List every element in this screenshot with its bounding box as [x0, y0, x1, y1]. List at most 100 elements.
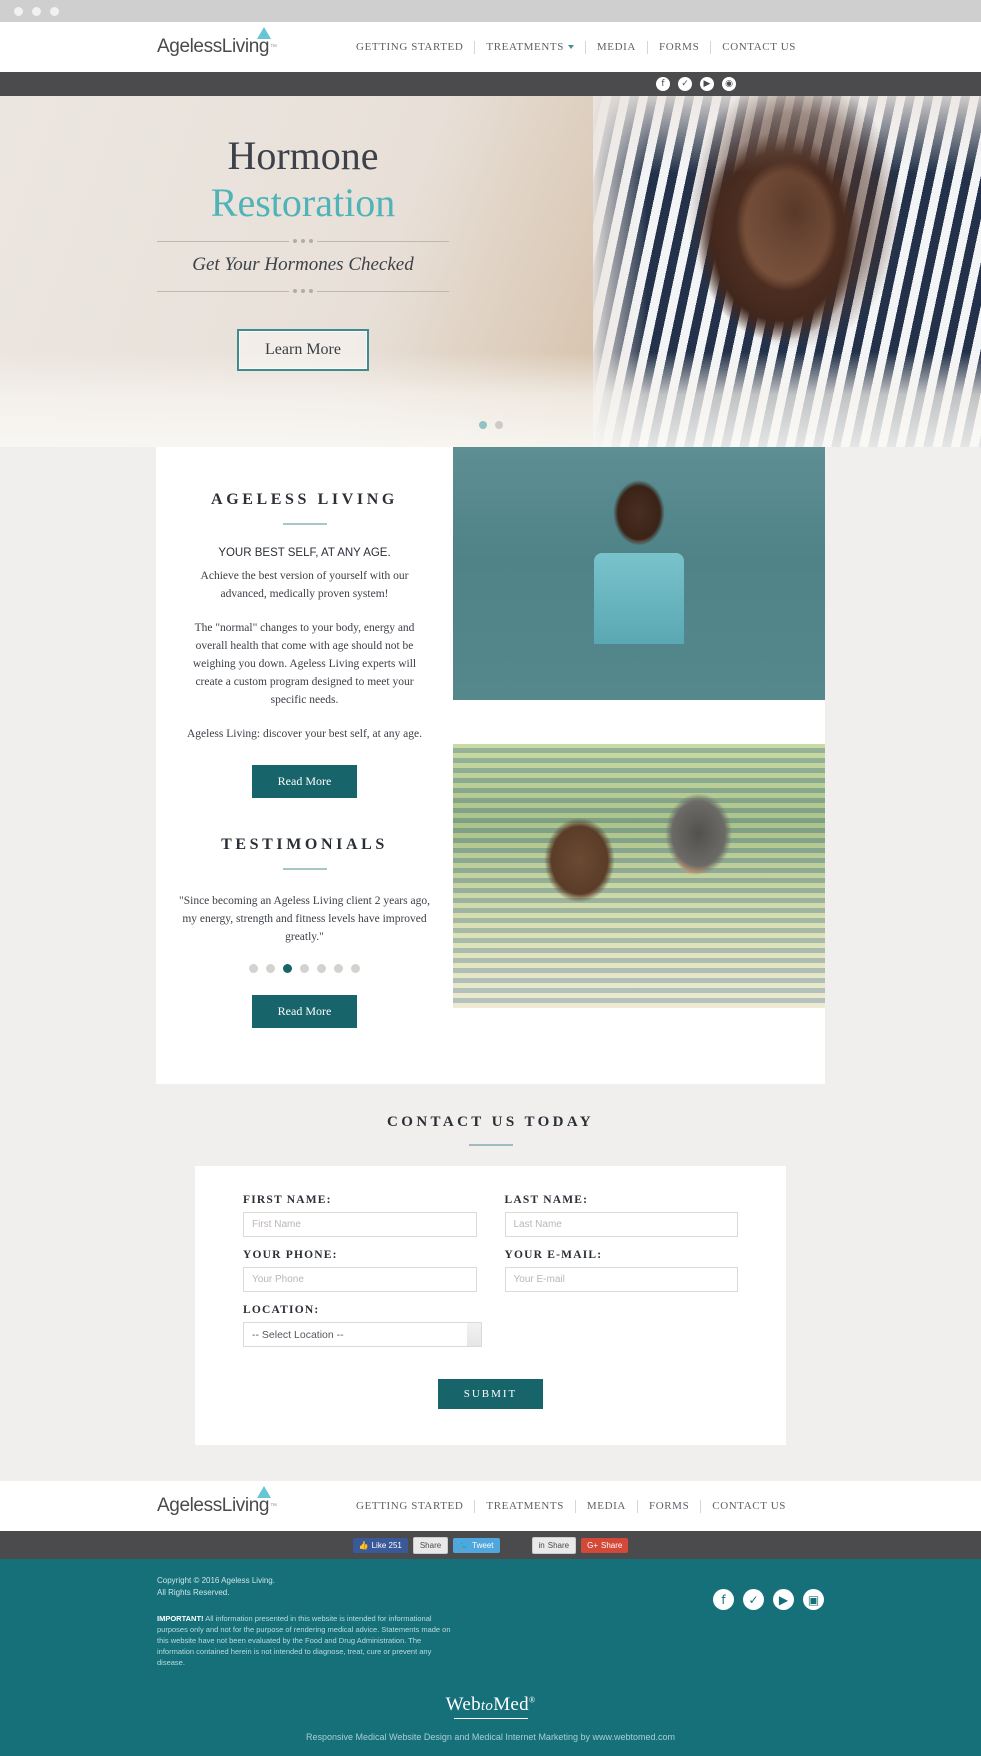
testimonial-dot-3[interactable]: [283, 964, 292, 973]
about-photo: [453, 447, 825, 700]
hero-content: Hormone Restoration Get Your Hormones Ch…: [157, 96, 449, 447]
contact-section: CONTACT US TODAY FIRST NAME: LAST NAME: …: [0, 1084, 981, 1481]
window-close-dot[interactable]: [14, 6, 23, 16]
submit-button[interactable]: SUBMIT: [437, 1379, 544, 1409]
last-name-label: LAST NAME:: [504, 1194, 589, 1206]
about-paragraph-2: The "normal" changes to your body, energ…: [192, 622, 417, 706]
footer-logo[interactable]: AgelessLiving ™: [157, 1486, 277, 1517]
nav-label: Getting Started: [356, 1499, 464, 1512]
facebook-icon[interactable]: f: [713, 1589, 734, 1610]
testimonial-dot-7[interactable]: [351, 964, 360, 973]
logo-trademark: ™: [270, 44, 278, 51]
location-select[interactable]: -- Select Location --: [243, 1322, 482, 1347]
footer-nav-item-forms[interactable]: Forms: [638, 1499, 702, 1513]
first-name-input[interactable]: [243, 1212, 477, 1237]
hero-headline-line2: Restoration: [210, 180, 396, 225]
testimonials-section-title: TESTIMONIALS: [221, 836, 388, 853]
googleplus-share-button[interactable]: G+ Share: [581, 1537, 629, 1553]
learn-more-button[interactable]: Learn More: [237, 329, 369, 371]
window-minimize-dot[interactable]: [32, 6, 41, 16]
gp-label: Share: [601, 1540, 623, 1550]
content-left-column: AGELESS LIVING YOUR BEST SELF, AT ANY AG…: [156, 447, 453, 1084]
footer-tagline: Responsive Medical Website Design and Me…: [305, 1732, 675, 1742]
nav-item-getting-started[interactable]: Getting Started: [345, 40, 476, 54]
triangle-icon: [257, 1486, 272, 1498]
agency-logo[interactable]: WebtoMed®: [0, 1694, 981, 1719]
agency-to: to: [480, 1698, 494, 1714]
hero-headline-line1: Hormone: [227, 133, 379, 178]
agency-web: Web: [445, 1694, 481, 1715]
triangle-icon: [257, 27, 272, 39]
footer-navigation: Getting Started Treatments Media Forms C…: [345, 1499, 797, 1513]
email-label: YOUR E-MAIL:: [504, 1249, 603, 1261]
thumbs-up-icon: 👍: [358, 1540, 369, 1550]
rule-dot: [309, 239, 313, 243]
footer-nav-bar: AgelessLiving ™ Getting Started Treatmen…: [0, 1481, 981, 1531]
twitter-icon: 🐦: [459, 1540, 470, 1550]
contact-form: FIRST NAME: LAST NAME: YOUR PHONE: YOUR …: [195, 1166, 786, 1445]
hero-subtitle: Get Your Hormones Checked: [192, 254, 414, 275]
email-input[interactable]: [504, 1267, 738, 1292]
location-label: LOCATION:: [243, 1304, 320, 1316]
section-divider: [468, 1144, 513, 1146]
footer-nav-item-media[interactable]: Media: [576, 1499, 638, 1513]
about-lead: YOUR BEST SELF, AT ANY AGE.: [218, 547, 391, 559]
testimonial-dots: [156, 964, 453, 973]
footer-social-icons: f ✓ ▶ ▣: [713, 1575, 824, 1668]
hero-dot-2[interactable]: [494, 421, 503, 429]
nav-item-contact-us[interactable]: Contact Us: [711, 41, 807, 54]
testimonial-dot-2[interactable]: [266, 964, 275, 973]
logo-text: AgelessLiving: [157, 36, 270, 57]
site-footer: Copyright © 2016 Ageless Living. All Rig…: [0, 1559, 981, 1756]
rule-dot: [301, 239, 305, 243]
youtube-icon[interactable]: ▶: [773, 1589, 794, 1610]
last-name-input[interactable]: [504, 1212, 738, 1237]
main-navigation: Getting Started Treatments Media Forms C…: [345, 40, 807, 54]
social-share-bar: 👍 Like 251 Share 🐦 Tweet in Share G+ Share: [0, 1531, 981, 1559]
testimonials-read-more-button[interactable]: Read More: [251, 995, 358, 1028]
site-logo[interactable]: AgelessLiving ™: [157, 27, 278, 58]
rule-dot: [309, 289, 313, 293]
footer-nav-item-contact-us[interactable]: Contact Us: [701, 1500, 797, 1513]
disclaimer-text: IMPORTANT! All information presented in …: [157, 1613, 457, 1668]
twitter-tweet-button[interactable]: 🐦 Tweet: [453, 1537, 500, 1553]
instagram-icon[interactable]: ◉: [722, 77, 736, 91]
about-read-more-button[interactable]: Read More: [251, 765, 358, 798]
testimonial-dot-6[interactable]: [334, 964, 343, 973]
twitter-icon[interactable]: ✓: [743, 1589, 764, 1610]
facebook-like-button[interactable]: 👍 Like 251: [352, 1537, 408, 1553]
rule-dot: [301, 289, 305, 293]
testimonial-dot-4[interactable]: [300, 964, 309, 973]
browser-chrome: [0, 0, 981, 22]
hero-dot-1[interactable]: [478, 421, 487, 429]
about-paragraph-3: Ageless Living: discover your best self,…: [186, 728, 423, 740]
agency-registered: ®: [528, 1695, 536, 1705]
nav-item-forms[interactable]: Forms: [648, 40, 712, 54]
tweet-label: Tweet: [472, 1540, 494, 1550]
twitter-icon[interactable]: ✓: [678, 77, 692, 91]
facebook-icon[interactable]: f: [656, 77, 670, 91]
nav-label: Media: [586, 1499, 626, 1512]
nav-item-media[interactable]: Media: [586, 40, 648, 54]
linkedin-share-button[interactable]: in Share: [531, 1536, 577, 1554]
content-band: AGELESS LIVING YOUR BEST SELF, AT ANY AG…: [0, 447, 981, 1084]
window-maximize-dot[interactable]: [50, 6, 59, 16]
youtube-icon[interactable]: ▶: [700, 77, 714, 91]
decorative-rule-bottom: [157, 289, 449, 293]
social-bar: f ✓ ▶ ◉: [0, 72, 981, 96]
phone-input[interactable]: [243, 1267, 477, 1292]
testimonial-dot-5[interactable]: [317, 964, 326, 973]
nav-item-treatments[interactable]: Treatments: [475, 40, 586, 54]
footer-nav-item-treatments[interactable]: Treatments: [475, 1499, 576, 1513]
testimonial-photo: [453, 744, 825, 1008]
instagram-icon[interactable]: ▣: [803, 1589, 824, 1610]
agency-underline: [453, 1718, 528, 1719]
footer-nav-item-getting-started[interactable]: Getting Started: [345, 1499, 476, 1513]
facebook-share-button[interactable]: Share: [412, 1536, 449, 1554]
like-count: Like 251: [371, 1540, 402, 1550]
nav-label: Getting Started: [356, 40, 464, 53]
testimonial-dot-1[interactable]: [249, 964, 258, 973]
decorative-rule-top: [157, 239, 449, 243]
agency-med: Med: [493, 1694, 529, 1715]
about-section-title: AGELESS LIVING: [211, 491, 398, 508]
